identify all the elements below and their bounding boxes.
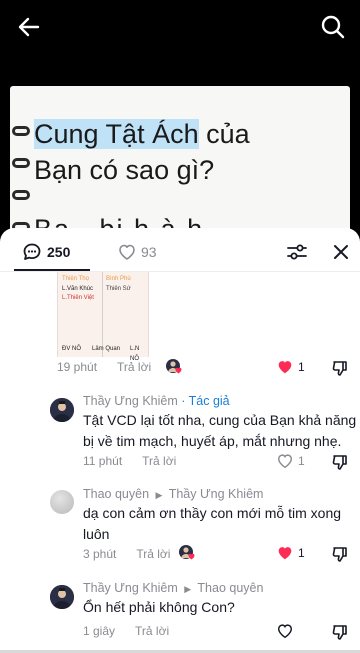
comment-text: dạ con cảm ơn thầy con mới mỗ tim xong l…: [83, 505, 342, 542]
like-count: 1: [298, 454, 305, 468]
like-count: 93: [141, 244, 157, 260]
comment-time: 1 giây: [83, 624, 116, 638]
comment-time: 3 phút: [83, 547, 117, 561]
heart-icon: [277, 454, 293, 469]
like-count: 1: [298, 546, 305, 560]
comment-time: 19 phút: [57, 360, 98, 374]
reply-arrow-icon: ▶: [184, 584, 192, 594]
thumb-down-icon[interactable]: [330, 452, 350, 472]
heart-icon: [278, 361, 292, 374]
comment-author[interactable]: Thầy Ưng Khiêm ▶ Thao quyên: [83, 581, 263, 595]
chart-cell: Lâm Quan: [92, 346, 121, 352]
comment-time: 11 phút: [83, 454, 123, 468]
avatar[interactable]: [50, 490, 74, 514]
comment-count: 250: [47, 244, 71, 260]
chart-cell: Thiên Thọ: [62, 276, 89, 282]
reply-to-name[interactable]: Thao quyên: [197, 581, 263, 595]
back-arrow-icon[interactable]: [14, 12, 44, 42]
like-button[interactable]: 1: [276, 358, 305, 376]
reply-arrow-icon: ▶: [155, 490, 163, 500]
reply-to-name[interactable]: Thầy Ưng Khiêm: [169, 487, 264, 501]
active-tab-indicator: [14, 269, 90, 271]
avatar[interactable]: [50, 398, 74, 422]
like-button[interactable]: 1: [276, 544, 305, 562]
heart-icon: [277, 624, 293, 639]
thumb-down-icon[interactable]: [330, 358, 350, 378]
creator-liked-avatar: [165, 358, 183, 376]
avatar[interactable]: [50, 585, 74, 609]
comment-text: Tật VCD lại tốt nha, cung của Bạn khả nă…: [83, 412, 357, 449]
author-tag: · Tác giả: [177, 394, 230, 408]
search-icon[interactable]: [318, 12, 348, 42]
top-bar: [0, 0, 360, 54]
like-button[interactable]: [276, 622, 294, 640]
comment-meta: 3 phút Trả lời: [83, 547, 170, 561]
comment-meta: 11 phút Trả lời: [83, 454, 176, 468]
comment-meta: 1 giây Trả lời: [83, 624, 169, 638]
video-title: Cung Tật Ách của Bạn có sao gì?: [34, 119, 250, 185]
chart-cell: Bình Phù: [106, 276, 131, 282]
comment-meta: 19 phút Trả lời: [57, 360, 151, 374]
reply-button[interactable]: Trả lời: [135, 624, 169, 638]
tab-likes[interactable]: 93: [117, 240, 157, 264]
close-icon[interactable]: [329, 240, 353, 264]
creator-liked-avatar: [178, 544, 196, 562]
comment-author[interactable]: Thao quyên ▶ Thầy Ưng Khiêm: [83, 487, 263, 501]
heart-icon: [119, 244, 135, 260]
like-count: 1: [298, 360, 305, 374]
comment-image[interactable]: Thiên Thọ Bình Phù L.Văn Khúc Thiên Sứ L…: [57, 272, 149, 362]
comments-sheet: 250 93 Thiên Thọ Bình Phù L.Văn Khúc Thi…: [0, 228, 360, 653]
comments-header: 250 93: [0, 228, 360, 272]
heart-icon: [278, 547, 292, 560]
chart-cell: L.Thiên Việt: [62, 295, 94, 301]
video-preview[interactable]: Cung Tật Ách của Bạn có sao gì? Ba...bi.…: [0, 54, 360, 254]
comment-text: Ổn hết phải không Con?: [83, 599, 235, 615]
reply-button[interactable]: Trả lời: [142, 454, 176, 468]
thumb-down-icon[interactable]: [330, 622, 350, 642]
reply-button[interactable]: Trả lời: [117, 360, 151, 374]
tab-comments[interactable]: 250: [22, 240, 70, 264]
comment-icon: [23, 243, 41, 260]
reply-button[interactable]: Trả lời: [136, 547, 170, 561]
filter-icon[interactable]: [285, 240, 309, 264]
chart-cell: Thiên Sứ: [106, 286, 131, 292]
like-button[interactable]: 1: [276, 452, 305, 470]
chart-cell: ĐV NÔ: [62, 346, 82, 352]
thumb-down-icon[interactable]: [330, 544, 350, 564]
comment-author[interactable]: Thầy Ưng Khiêm · Tác giả: [83, 394, 230, 408]
